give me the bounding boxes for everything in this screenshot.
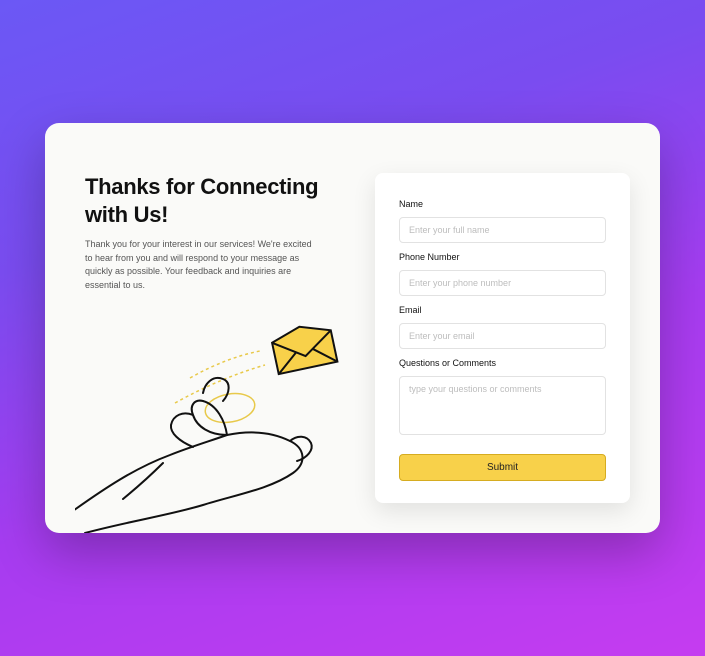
comments-textarea[interactable]: [399, 376, 606, 435]
name-input[interactable]: [399, 217, 606, 243]
page-description: Thank you for your interest in our servi…: [85, 238, 315, 292]
submit-button[interactable]: Submit: [399, 454, 606, 481]
email-input[interactable]: [399, 323, 606, 349]
left-column: Thanks for Connecting with Us! Thank you…: [85, 173, 365, 503]
contact-form: Name Phone Number Email Questions or Com…: [375, 173, 630, 503]
page-title: Thanks for Connecting with Us!: [85, 173, 365, 228]
phone-input[interactable]: [399, 270, 606, 296]
hand-envelope-illustration: [75, 313, 375, 533]
phone-label: Phone Number: [399, 252, 606, 262]
contact-card: Thanks for Connecting with Us! Thank you…: [45, 123, 660, 533]
comments-label: Questions or Comments: [399, 358, 606, 368]
email-label: Email: [399, 305, 606, 315]
name-label: Name: [399, 199, 606, 209]
